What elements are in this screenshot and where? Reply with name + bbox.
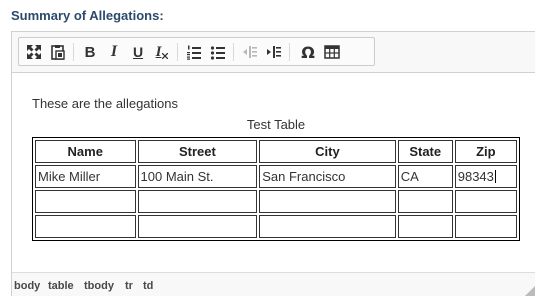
underline-glyph: U (132, 44, 144, 60)
editor-toolbar: B I U I Ω (12, 32, 535, 73)
table-cell[interactable] (397, 215, 453, 238)
column-header[interactable]: Street (137, 140, 258, 163)
toolbar-separator (73, 43, 74, 61)
path-item-tr[interactable]: tr (125, 280, 133, 292)
table-cell[interactable]: Mike Miller (35, 165, 136, 188)
table-cell-text: 98343 (457, 169, 494, 184)
path-item-tbody[interactable]: tbody (84, 280, 114, 292)
table-cell[interactable] (454, 190, 517, 213)
element-path-bar: body table tbody tr td (12, 272, 535, 296)
toolbar-group: B I U I Ω (18, 37, 375, 66)
table-cell[interactable] (454, 215, 517, 238)
path-item-table[interactable]: table (48, 280, 74, 292)
italic-icon[interactable]: I (103, 41, 125, 63)
column-header[interactable]: Name (35, 140, 136, 163)
decrease-indent-icon[interactable] (239, 41, 261, 63)
table-cell[interactable]: San Francisco (259, 165, 396, 188)
table-cell[interactable]: 100 Main St. (137, 165, 258, 188)
underline-icon[interactable]: U (127, 41, 149, 63)
remove-format-glyph: I (155, 43, 162, 60)
rich-text-editor: B I U I Ω These are the allegations Test… (11, 31, 535, 296)
editor-content[interactable]: These are the allegations Test Table Nam… (12, 74, 535, 274)
maximize-icon[interactable] (23, 41, 45, 63)
bulleted-list-icon[interactable] (207, 41, 229, 63)
bold-icon[interactable]: B (79, 41, 101, 63)
table-cell[interactable] (397, 190, 453, 213)
summary-of-allegations-label: Summary of Allegations: (11, 8, 164, 23)
paste-from-word-icon[interactable] (47, 41, 69, 63)
omega-glyph: Ω (301, 42, 315, 62)
table-cell[interactable] (137, 215, 258, 238)
table-caption: Test Table (246, 117, 306, 132)
table-row (35, 215, 517, 238)
italic-glyph: I (110, 43, 118, 60)
table-row (35, 190, 517, 213)
table-header-row: Name Street City State Zip (35, 140, 517, 163)
allegations-table[interactable]: Name Street City State Zip Mike Miller 1… (32, 137, 520, 241)
column-header[interactable]: State (397, 140, 453, 163)
resize-handle-icon[interactable] (525, 286, 535, 296)
bold-glyph: B (84, 43, 96, 61)
toolbar-separator (177, 43, 178, 61)
text-caret (494, 170, 496, 183)
table-icon[interactable] (321, 41, 343, 63)
table-cell-active[interactable]: 98343 (454, 165, 517, 188)
column-header[interactable]: Zip (454, 140, 517, 163)
increase-indent-icon[interactable] (263, 41, 285, 63)
table-cell[interactable] (259, 215, 396, 238)
toolbar-separator (289, 43, 290, 61)
table-row: Mike Miller 100 Main St. San Francisco C… (35, 165, 517, 188)
table-cell[interactable] (35, 190, 136, 213)
remove-format-icon[interactable]: I (151, 41, 173, 63)
intro-text: These are the allegations (32, 96, 178, 111)
table-cell[interactable] (35, 215, 136, 238)
table-cell[interactable] (137, 190, 258, 213)
path-item-td[interactable]: td (143, 280, 153, 292)
special-character-icon[interactable]: Ω (297, 41, 319, 63)
column-header[interactable]: City (259, 140, 396, 163)
table-cell[interactable] (259, 190, 396, 213)
table-cell[interactable]: CA (397, 165, 453, 188)
numbered-list-icon[interactable] (183, 41, 205, 63)
toolbar-separator (233, 43, 234, 61)
path-item-body[interactable]: body (14, 280, 40, 292)
